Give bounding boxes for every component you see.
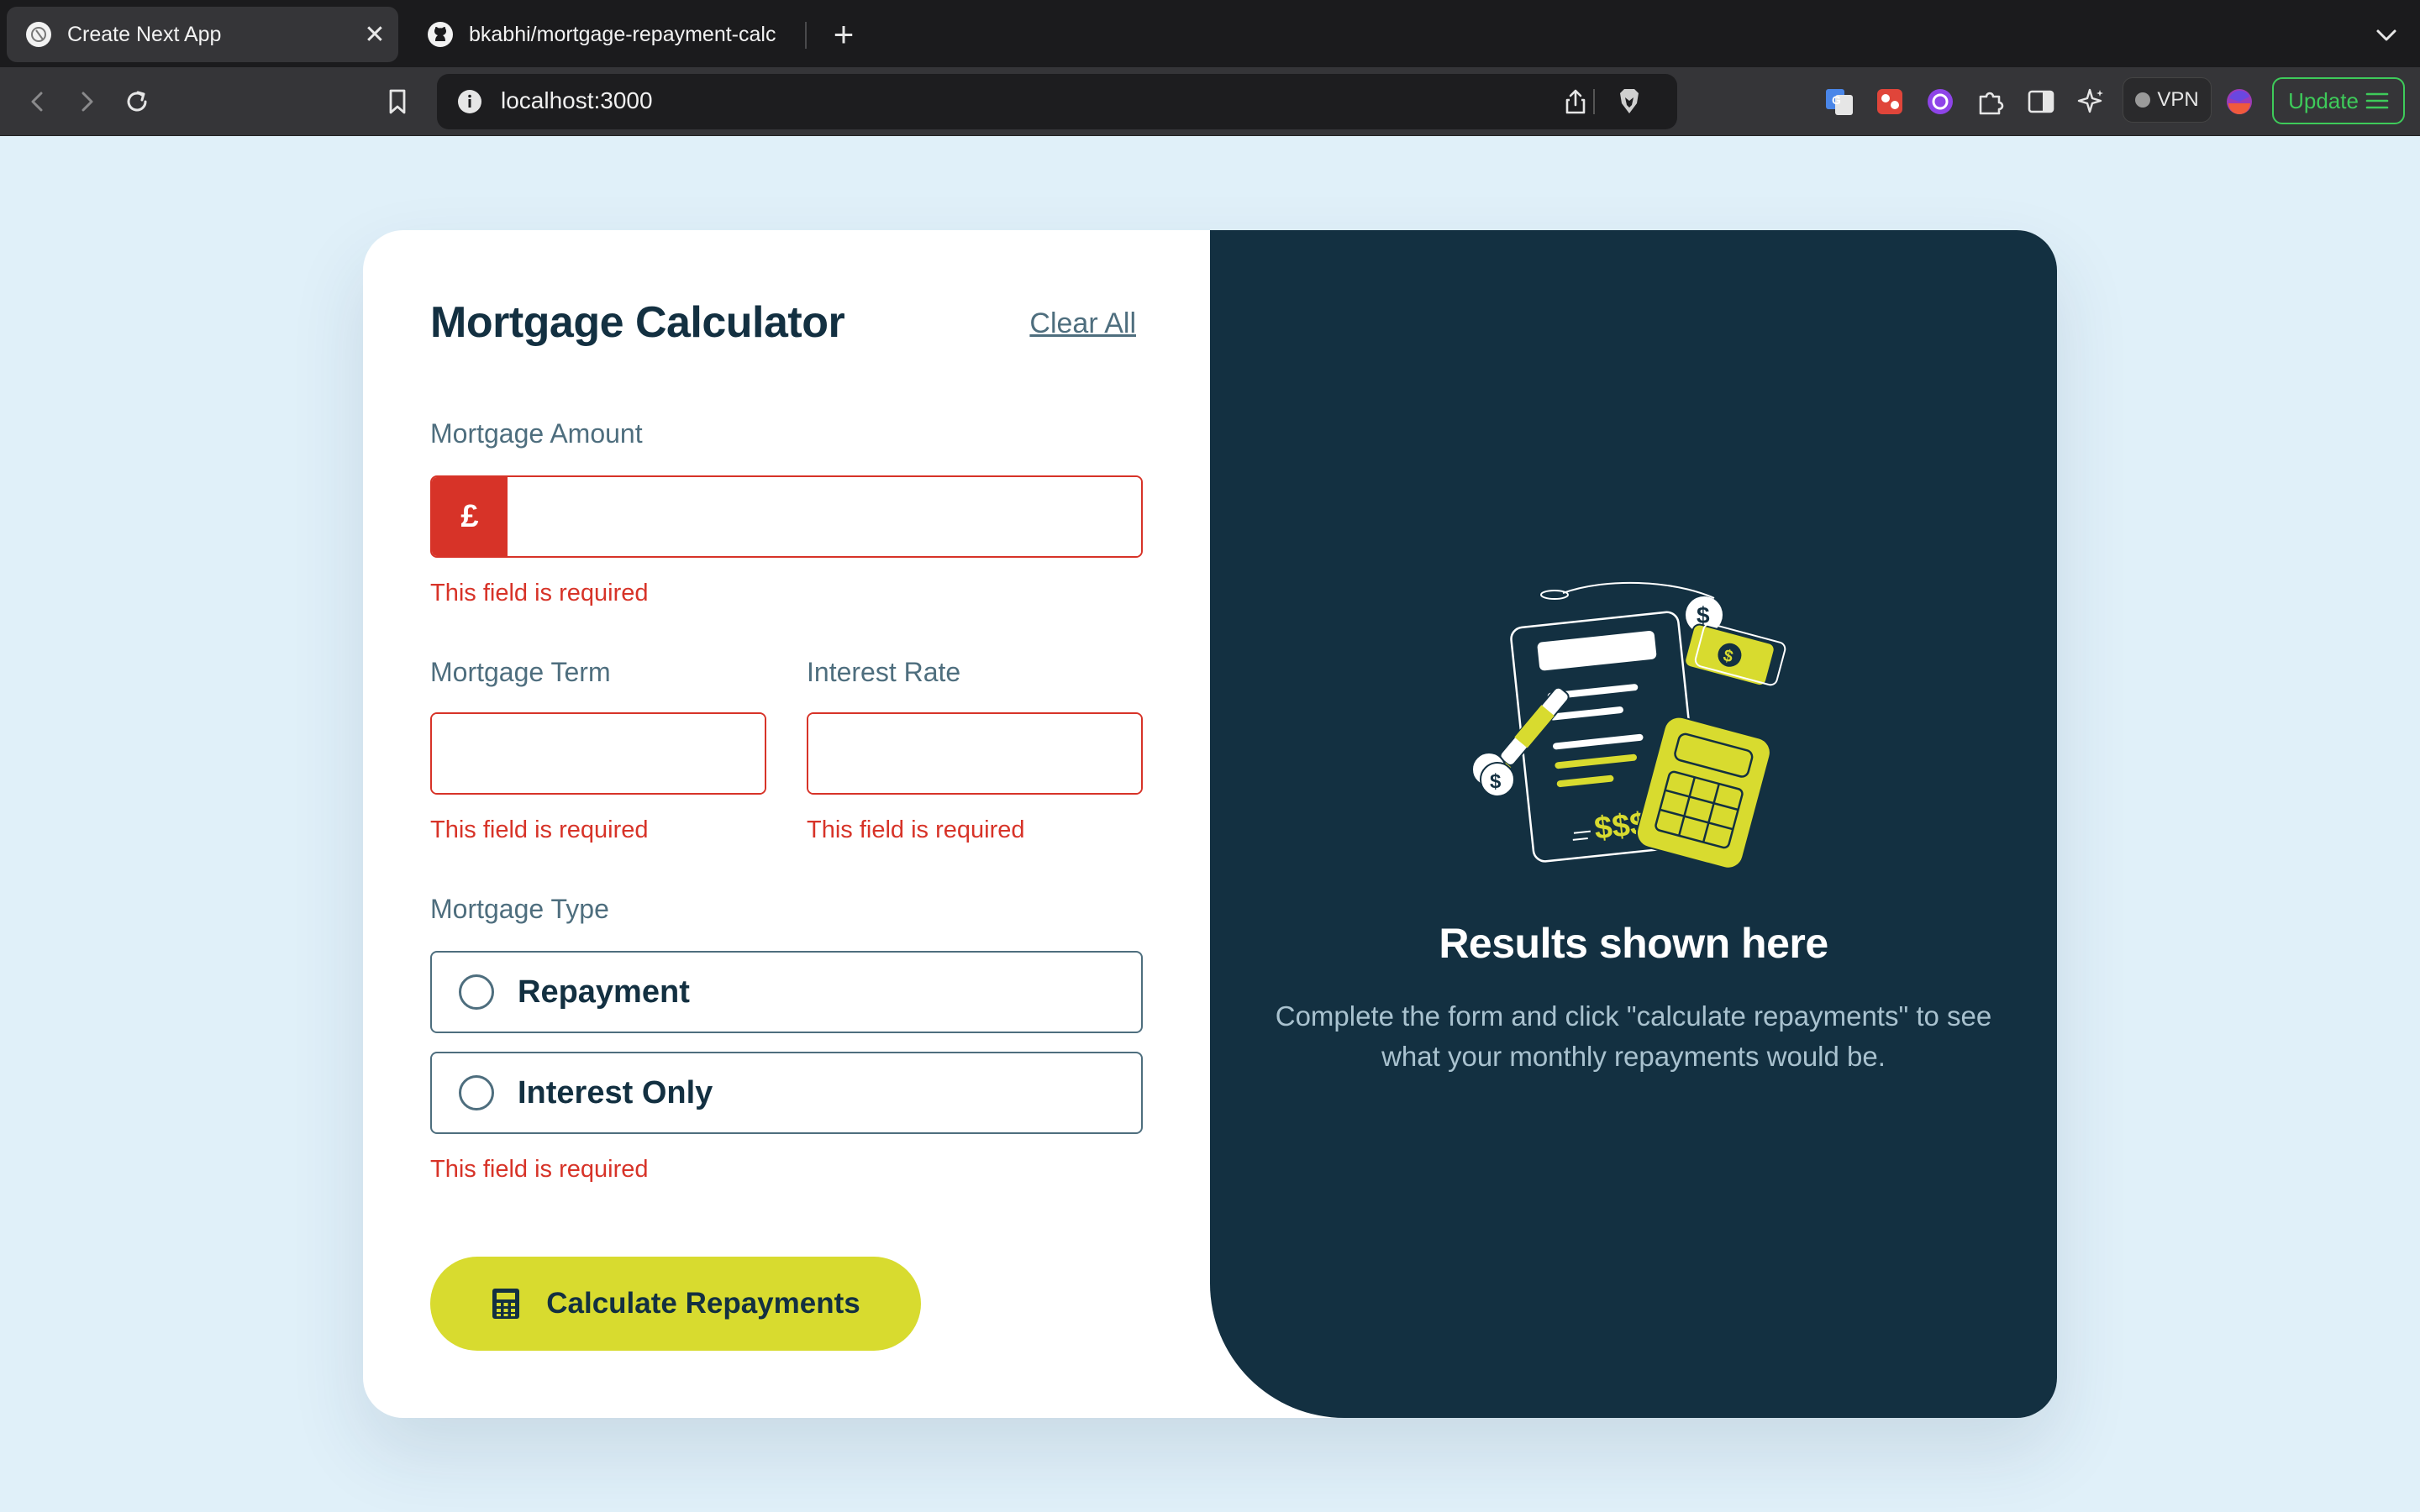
- url-text[interactable]: localhost:3000: [501, 87, 653, 114]
- interest-rate-field: %: [807, 712, 1143, 795]
- calculate-repayments-label: Calculate Repayments: [546, 1287, 860, 1320]
- interest-rate-input[interactable]: [808, 714, 1141, 793]
- interest-rate-label: Interest Rate: [807, 657, 961, 687]
- mortgage-term-input[interactable]: [432, 714, 765, 793]
- address-divider: [1593, 89, 1595, 114]
- results-title: Results shown here: [1439, 920, 1828, 967]
- tab-search-chevron-icon[interactable]: [2370, 18, 2403, 52]
- site-info-icon[interactable]: [450, 82, 489, 121]
- brave-shields-icon[interactable]: [1610, 82, 1649, 121]
- vpn-button[interactable]: VPN: [2123, 77, 2212, 123]
- radio-circle-icon[interactable]: [459, 974, 494, 1010]
- google-translate-icon[interactable]: G: [1820, 82, 1859, 121]
- repayment-label: Repayment: [518, 974, 690, 1010]
- hamburger-menu-icon: [2365, 92, 2389, 109]
- mortgage-term-field: years: [430, 712, 766, 795]
- tab-separator: [805, 22, 807, 49]
- mortgage-term-label: Mortgage Term: [430, 657, 611, 687]
- browser-tab-bar: Create Next App ✕ bkabhi/mortgage-repaym…: [0, 0, 2420, 67]
- clear-all-button[interactable]: Clear All: [1029, 307, 1136, 340]
- results-panel: $$$ $ $ $ Results shown here Complete th…: [1210, 230, 2057, 1418]
- results-description: Complete the form and click "calculate r…: [1275, 1000, 1992, 1072]
- mortgage-amount-error: This field is required: [430, 580, 649, 606]
- interest-only-label: Interest Only: [518, 1074, 713, 1110]
- mortgage-type-label: Mortgage Type: [430, 894, 609, 924]
- calculate-repayments-button[interactable]: Calculate Repayments: [430, 1257, 921, 1351]
- vpn-status-icon: [2135, 92, 2151, 108]
- tab-github-repo[interactable]: bkabhi/mortgage-repayment-calc: [408, 7, 803, 62]
- mortgage-amount-label: Mortgage Amount: [430, 418, 643, 449]
- mortgage-type-error: This field is required: [430, 1156, 649, 1183]
- vpn-label: VPN: [2157, 88, 2199, 111]
- brave-rewards-icon[interactable]: [2220, 82, 2259, 121]
- mortgage-term-error: This field is required: [430, 816, 649, 843]
- bookmark-icon[interactable]: [375, 79, 420, 124]
- svg-text:$: $: [1490, 770, 1502, 793]
- close-tab-icon[interactable]: ✕: [355, 20, 395, 50]
- extension-purple-icon[interactable]: [1921, 82, 1960, 121]
- tab-title: bkabhi/mortgage-repayment-calc: [469, 22, 776, 46]
- new-tab-button[interactable]: +: [820, 12, 867, 59]
- sidebar-toggle-icon[interactable]: [2022, 82, 2060, 121]
- page-title: Mortgage Calculator: [430, 298, 845, 347]
- mortgage-calculator-card: Mortgage Calculator Clear All Mortgage A…: [363, 230, 2057, 1418]
- radio-circle-icon[interactable]: [459, 1075, 494, 1110]
- extension-red-icon[interactable]: [1870, 82, 1909, 121]
- currency-prefix: £: [432, 477, 508, 556]
- reload-icon[interactable]: [114, 79, 160, 124]
- mortgage-amount-field: £: [430, 475, 1143, 558]
- interest-rate-error: This field is required: [807, 816, 1025, 843]
- address-bar[interactable]: localhost:3000: [437, 74, 1677, 129]
- empty-results-illustration: $$$ $ $ $: [1471, 581, 1786, 869]
- leo-ai-sparkle-icon[interactable]: [2072, 82, 2111, 121]
- browser-toolbar: localhost:3000 G VPN Update: [0, 67, 2420, 136]
- back-arrow-icon[interactable]: [15, 79, 60, 124]
- tab-create-next-app[interactable]: Create Next App ✕: [7, 7, 398, 62]
- nextjs-favicon-icon: [25, 21, 52, 48]
- mortgage-amount-input[interactable]: [508, 477, 1141, 556]
- update-label: Update: [2288, 87, 2359, 113]
- tab-title: Create Next App: [67, 22, 222, 46]
- github-favicon-icon: [427, 21, 454, 48]
- svg-text:G: G: [1832, 93, 1841, 107]
- extensions-puzzle-icon[interactable]: [1971, 82, 2010, 121]
- calculator-form: Mortgage Calculator Clear All Mortgage A…: [363, 230, 1210, 1418]
- update-button[interactable]: Update: [2272, 77, 2405, 124]
- share-icon[interactable]: [1556, 82, 1595, 121]
- calculator-icon: [492, 1289, 520, 1319]
- repayment-option[interactable]: Repayment: [430, 951, 1143, 1033]
- interest-only-option[interactable]: Interest Only: [430, 1052, 1143, 1134]
- forward-arrow-icon[interactable]: [64, 79, 109, 124]
